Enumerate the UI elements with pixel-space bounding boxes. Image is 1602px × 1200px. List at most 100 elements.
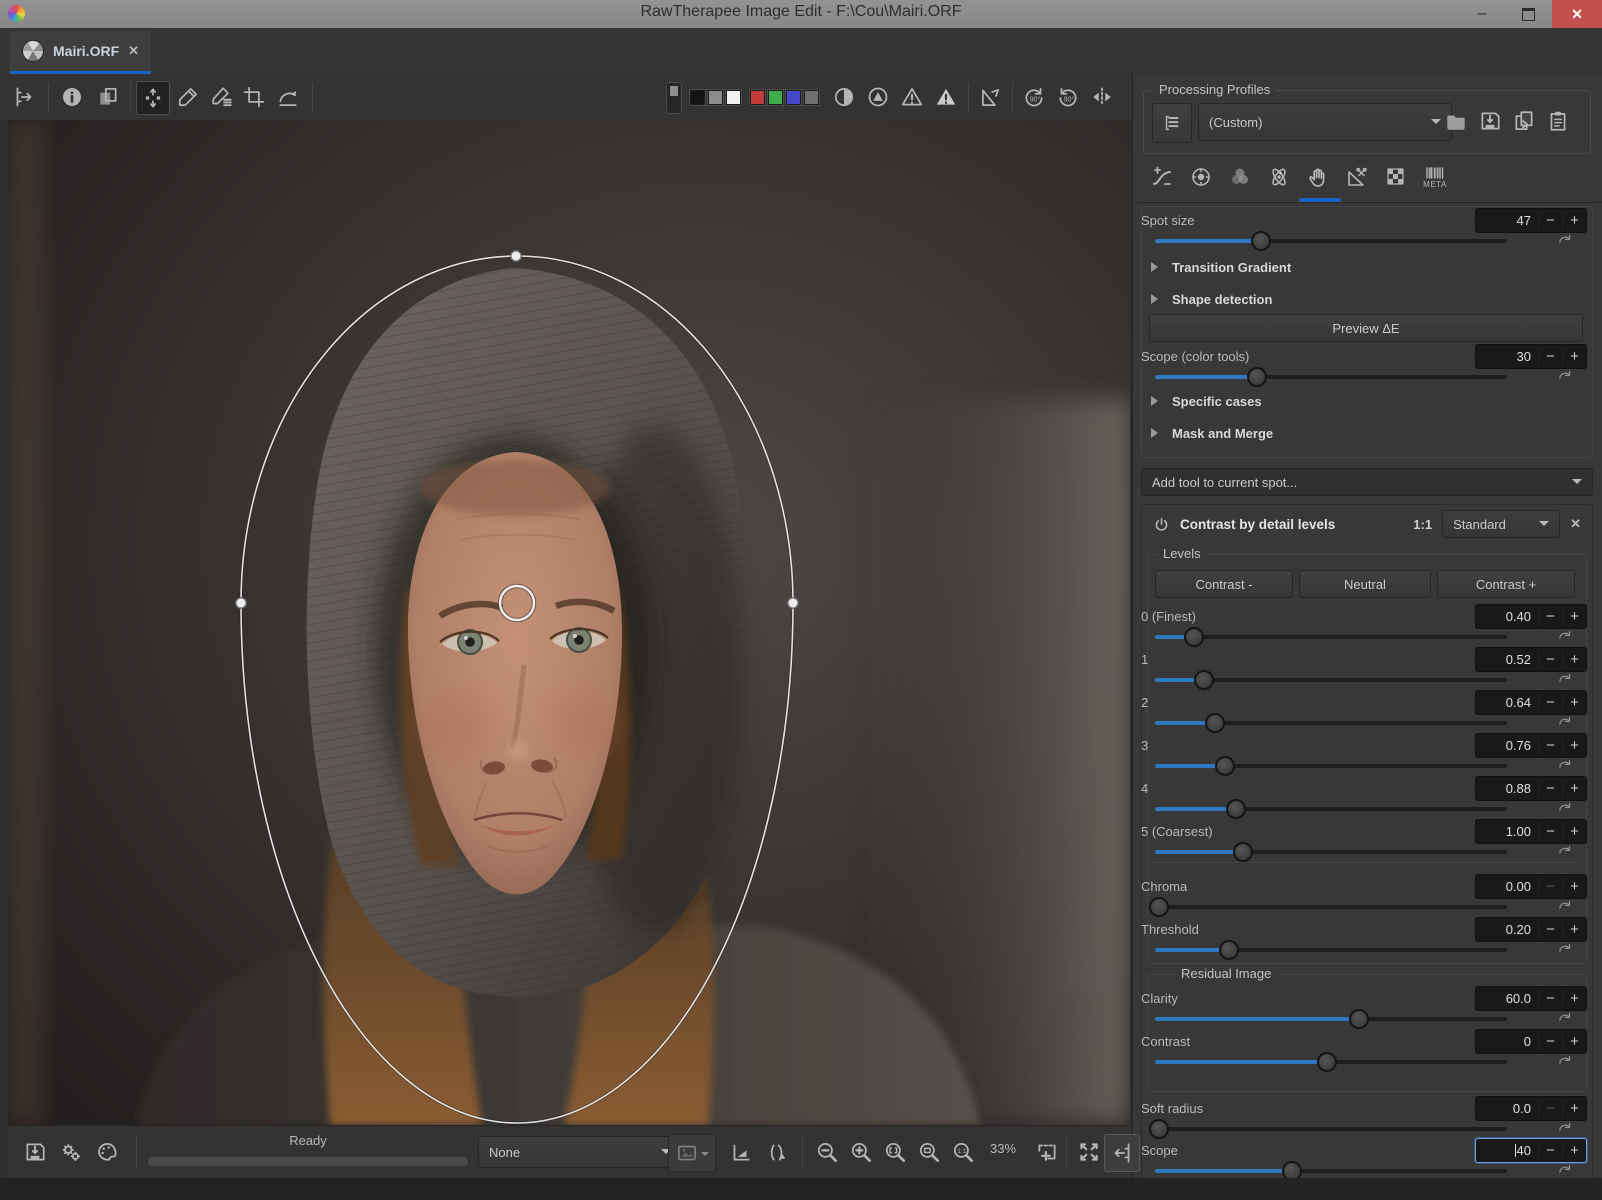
chroma-slider[interactable]: [1155, 905, 1507, 909]
left-panel-toggle-button[interactable]: [8, 81, 40, 113]
decrement-button[interactable]: −: [1538, 737, 1562, 754]
external-editor-button[interactable]: [668, 1134, 716, 1172]
tab-transform[interactable]: [1340, 160, 1374, 194]
slider-value[interactable]: 1.00: [1476, 824, 1538, 839]
maximize-button[interactable]: [1508, 0, 1548, 28]
slider-value[interactable]: 0: [1476, 1034, 1538, 1049]
preview-deltae-button[interactable]: Preview ΔE: [1149, 314, 1583, 342]
neutral-button[interactable]: Neutral: [1299, 570, 1431, 598]
slider-thumb[interactable]: [1149, 1119, 1169, 1139]
slider-value[interactable]: 0.20: [1476, 922, 1538, 937]
increment-button[interactable]: +: [1562, 1100, 1586, 1117]
slider-thumb[interactable]: [1219, 940, 1239, 960]
decrement-button[interactable]: −: [1538, 878, 1562, 895]
decrement-button[interactable]: −: [1538, 921, 1562, 938]
decrement-button[interactable]: −: [1538, 651, 1562, 668]
level-0-slider[interactable]: [1155, 635, 1507, 639]
gamut-check-button[interactable]: [760, 1134, 794, 1170]
slider-thumb[interactable]: [1349, 1009, 1369, 1029]
slider-value[interactable]: 0.00: [1476, 879, 1538, 894]
increment-button[interactable]: +: [1562, 651, 1586, 668]
soft-radius-slider[interactable]: [1155, 1127, 1507, 1131]
level-1-slider[interactable]: [1155, 678, 1507, 682]
slider-value[interactable]: 47: [1476, 213, 1538, 228]
scope-color-tools-slider[interactable]: [1155, 375, 1507, 379]
slider-thumb[interactable]: [1215, 756, 1235, 776]
channel-red-swatch[interactable]: [750, 90, 765, 105]
increment-button[interactable]: +: [1562, 878, 1586, 895]
spot-left-handle[interactable]: [236, 598, 246, 608]
channel-luminance-swatch[interactable]: [804, 90, 819, 105]
reset-icon[interactable]: [1556, 800, 1573, 817]
reset-icon[interactable]: [1556, 232, 1573, 249]
transition-gradient-expander[interactable]: Transition Gradient: [1151, 256, 1291, 278]
increment-button[interactable]: +: [1562, 348, 1586, 365]
soft-proofing-button[interactable]: [724, 1134, 758, 1170]
spot-right-handle[interactable]: [788, 598, 798, 608]
monitor-profile-dropdown[interactable]: None: [478, 1136, 682, 1168]
minimize-button[interactable]: –: [1462, 0, 1502, 28]
tab-detail[interactable]: [1184, 160, 1218, 194]
fill-mode-button[interactable]: [1152, 103, 1192, 143]
contrast-minus-button[interactable]: Contrast -: [1155, 570, 1293, 598]
increment-button[interactable]: +: [1562, 823, 1586, 840]
reset-icon[interactable]: [1556, 1010, 1573, 1027]
flip-horizontal-button[interactable]: [1086, 81, 1118, 113]
perspective-tool-button[interactable]: [974, 81, 1006, 113]
tab-advanced[interactable]: [1262, 160, 1296, 194]
slider-thumb[interactable]: [1233, 842, 1253, 862]
slider-value[interactable]: 0.64: [1476, 695, 1538, 710]
rotate-left-90-button[interactable]: [1018, 81, 1050, 113]
white-balance-picker-button[interactable]: [206, 81, 238, 113]
slider-value[interactable]: 60.0: [1476, 991, 1538, 1006]
zoom-100-button[interactable]: [946, 1134, 980, 1170]
before-after-view-button[interactable]: [92, 81, 124, 113]
reset-icon[interactable]: [1556, 714, 1573, 731]
slider-thumb[interactable]: [1149, 897, 1169, 917]
decrement-button[interactable]: −: [1538, 1100, 1562, 1117]
specific-cases-expander[interactable]: Specific cases: [1151, 390, 1262, 412]
spot-size-slider[interactable]: [1155, 239, 1507, 243]
reset-icon[interactable]: [1556, 941, 1573, 958]
slider-thumb[interactable]: [1184, 627, 1204, 647]
fullscreen-button[interactable]: [1072, 1134, 1106, 1170]
decrement-button[interactable]: −: [1538, 823, 1562, 840]
reset-icon[interactable]: [1556, 1120, 1573, 1137]
external-editor-palette-button[interactable]: [90, 1134, 124, 1170]
mask-and-merge-expander[interactable]: Mask and Merge: [1151, 422, 1273, 444]
decrement-button[interactable]: −: [1538, 990, 1562, 1007]
slider-value[interactable]: 0.0: [1476, 1101, 1538, 1116]
add-tool-dropdown[interactable]: Add tool to current spot...: [1141, 468, 1593, 496]
increment-button[interactable]: +: [1562, 780, 1586, 797]
decrement-button[interactable]: −: [1538, 212, 1562, 229]
slider-thumb[interactable]: [1194, 670, 1214, 690]
preview-background-slider[interactable]: [666, 82, 682, 114]
queue-processing-button[interactable]: [54, 1134, 88, 1170]
image-info-button[interactable]: [56, 81, 88, 113]
remove-tool-icon[interactable]: ✕: [1570, 516, 1581, 532]
channel-green-swatch[interactable]: [768, 90, 783, 105]
zoom-fit-button[interactable]: [878, 1134, 912, 1170]
slider-value[interactable]: 0.52: [1476, 652, 1538, 667]
increment-button[interactable]: +: [1562, 737, 1586, 754]
slider-value[interactable]: 0.76: [1476, 738, 1538, 753]
slider-thumb[interactable]: [1226, 799, 1246, 819]
title-bar[interactable]: RawTherapee Image Edit - F:\Cou\Mairi.OR…: [0, 0, 1602, 28]
slider-thumb[interactable]: [1247, 367, 1267, 387]
load-profile-button[interactable]: [1440, 105, 1472, 137]
preview-background-handle[interactable]: [669, 85, 679, 97]
slider-thumb[interactable]: [1251, 231, 1271, 251]
image-canvas[interactable]: [8, 120, 1130, 1125]
tab-metadata[interactable]: META: [1418, 160, 1452, 194]
reset-icon[interactable]: [1556, 1053, 1573, 1070]
channel-blue-swatch[interactable]: [786, 90, 801, 105]
focus-mask-button[interactable]: [862, 81, 894, 113]
increment-button[interactable]: +: [1562, 921, 1586, 938]
paste-profile-button[interactable]: [1542, 105, 1574, 137]
copy-profile-button[interactable]: [1508, 105, 1540, 137]
slider-value[interactable]: 0.40: [1476, 609, 1538, 624]
right-panel-toggle-button[interactable]: [1104, 1134, 1140, 1172]
shadow-clipping-button[interactable]: [896, 81, 928, 113]
slider-thumb[interactable]: [1317, 1052, 1337, 1072]
tab-raw[interactable]: [1379, 160, 1413, 194]
